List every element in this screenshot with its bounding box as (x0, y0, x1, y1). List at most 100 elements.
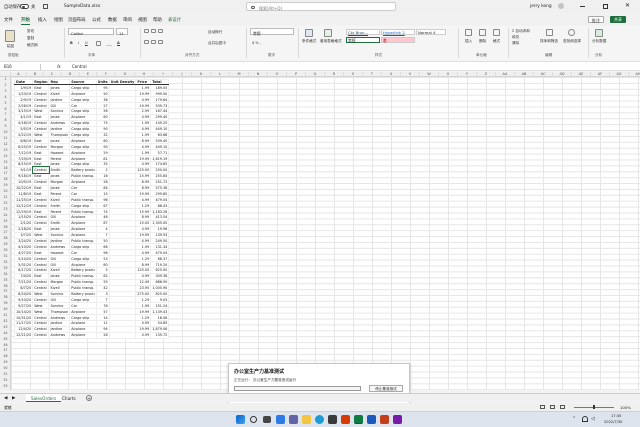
format-as-table-button[interactable]: 套用表格格式 (320, 39, 342, 44)
prev-sheet-icon[interactable]: ◀ (4, 396, 7, 401)
style-cell-3[interactable]: Normal 4 (416, 29, 446, 35)
style-cell-2[interactable]: Hyperlink 2 (381, 29, 415, 35)
sheet-tab-charts[interactable]: Charts (62, 396, 76, 401)
format-painter-button[interactable]: 格式刷 (27, 43, 38, 48)
format-icon[interactable] (493, 29, 500, 36)
number-format-select[interactable]: 常规 (250, 28, 294, 36)
zoom-thumb[interactable] (593, 405, 595, 409)
edge-icon[interactable] (315, 415, 324, 424)
widgets-icon[interactable] (276, 415, 285, 424)
start-icon[interactable] (236, 415, 245, 424)
volume-icon[interactable]: ◁ (591, 416, 595, 422)
analyze-data-icon[interactable] (595, 29, 603, 37)
clock-date[interactable]: 2022/7/30 (604, 420, 622, 424)
powerpoint-icon[interactable] (380, 415, 389, 424)
table-cell[interactable]: 12/21/20 (13, 331, 34, 339)
maximize-icon[interactable] (603, 4, 608, 9)
analyze-data-button[interactable]: 分析数据 (592, 39, 606, 44)
tab-draw[interactable]: 绘图 (54, 17, 63, 23)
align-top-icon[interactable] (144, 29, 149, 33)
find-select-button[interactable]: 查找和选择 (563, 39, 581, 44)
next-sheet-icon[interactable]: ▶ (12, 396, 15, 401)
table-cell[interactable]: Central (32, 331, 50, 339)
clock-time[interactable]: 17:35 (611, 414, 621, 418)
conditional-format-icon[interactable] (305, 29, 313, 37)
table-cell[interactable]: Andrews (48, 331, 71, 339)
style-cell-normal[interactable]: 常规 (346, 37, 380, 43)
table-cell[interactable]: Airplane (69, 331, 97, 339)
merge-center-button[interactable]: 合并后居中 (208, 41, 226, 46)
close-icon[interactable]: ✕ (625, 2, 630, 9)
format-table-icon[interactable] (324, 29, 332, 37)
wrap-text-button[interactable]: 自动换行 (208, 30, 222, 35)
font-color-icon[interactable]: A (117, 41, 120, 46)
bold-button[interactable]: B (70, 41, 73, 45)
insert-button[interactable]: 插入 (465, 39, 472, 44)
format-button[interactable]: 格式 (493, 39, 500, 44)
tab-view[interactable]: 视图 (138, 17, 147, 23)
align-middle-icon[interactable] (151, 29, 156, 33)
task-view-icon[interactable] (263, 416, 271, 423)
tab-home[interactable]: 开始 (21, 17, 30, 25)
delete-icon[interactable] (479, 29, 486, 36)
tab-page-layout[interactable]: 页面布局 (68, 17, 86, 23)
row-header[interactable]: 53 (0, 384, 11, 390)
avatar[interactable] (558, 3, 564, 9)
cut-button[interactable]: 剪切 (27, 29, 34, 34)
sheet-tab-salesorders[interactable]: SalesOrders (26, 394, 62, 402)
onenote-icon[interactable] (393, 415, 402, 424)
search-taskbar-icon[interactable] (250, 416, 257, 423)
sort-filter-button[interactable]: 排序和筛选 (540, 39, 558, 44)
font-size-select[interactable]: 11 (116, 28, 128, 36)
tab-data[interactable]: 数据 (108, 17, 117, 23)
normal-view-icon[interactable] (540, 404, 545, 409)
italic-button[interactable]: I (78, 41, 79, 45)
office-icon[interactable] (341, 415, 350, 424)
page-layout-icon[interactable] (550, 404, 555, 409)
share-button[interactable]: 共享 (610, 16, 626, 23)
table-cell[interactable] (108, 331, 137, 339)
page-break-icon[interactable] (560, 404, 565, 409)
save-icon[interactable] (43, 3, 48, 9)
tab-help[interactable]: 帮助 (153, 17, 162, 23)
search-box[interactable]: 搜索(Alt+Q) (246, 2, 396, 11)
border-icon[interactable] (96, 41, 101, 46)
style-cell-bad[interactable]: 差 (381, 37, 415, 43)
table-cell[interactable]: 28 (95, 331, 110, 339)
sort-filter-icon[interactable] (546, 29, 553, 36)
word-icon[interactable] (367, 415, 376, 424)
table-row[interactable]: 12/21/20 Central Andrews Airplane 28 4.99 139.… (13, 331, 170, 339)
tray-chevron-icon[interactable]: ⌃ (572, 416, 576, 422)
insert-icon[interactable] (465, 29, 472, 36)
tab-insert[interactable]: 插入 (38, 17, 47, 23)
user-name[interactable]: jerry kong (530, 4, 552, 9)
autosave-toggle[interactable] (20, 4, 29, 9)
store-icon[interactable] (328, 415, 337, 424)
clear-button[interactable]: 清除 (512, 41, 519, 46)
conditional-format-button[interactable]: 条件格式 (302, 39, 316, 44)
network-icon[interactable] (582, 416, 588, 422)
zoom-slider[interactable] (574, 405, 614, 409)
autosum-button[interactable]: Σ 自动求和 (512, 29, 530, 34)
align-left-icon[interactable] (144, 40, 149, 44)
underline-button[interactable]: U (85, 41, 88, 45)
copy-button[interactable]: 复制 (27, 36, 34, 41)
currency-icon[interactable]: $ % , (252, 41, 261, 45)
chat-icon[interactable] (289, 415, 298, 424)
tab-review[interactable]: 审阅 (123, 17, 132, 23)
tab-formulas[interactable]: 公式 (92, 17, 101, 23)
tab-file[interactable]: 文件 (4, 17, 13, 23)
tab-table-design[interactable]: 表设计 (168, 17, 181, 23)
name-box[interactable]: B16 (3, 63, 41, 70)
formula-input[interactable]: Central (72, 64, 87, 69)
fill-button[interactable]: 填充 (512, 35, 519, 40)
fill-color-icon[interactable] (106, 41, 112, 46)
excel-icon[interactable] (354, 415, 363, 424)
font-name-select[interactable]: Calibri (68, 28, 114, 36)
comments-button[interactable]: 批注 (588, 16, 604, 23)
paste-button[interactable]: 粘贴 (7, 44, 14, 49)
table-cell[interactable]: 139.72 (150, 331, 170, 339)
delete-button[interactable]: 删除 (479, 39, 486, 44)
align-center-icon[interactable] (151, 40, 156, 44)
find-select-icon[interactable] (568, 29, 575, 36)
